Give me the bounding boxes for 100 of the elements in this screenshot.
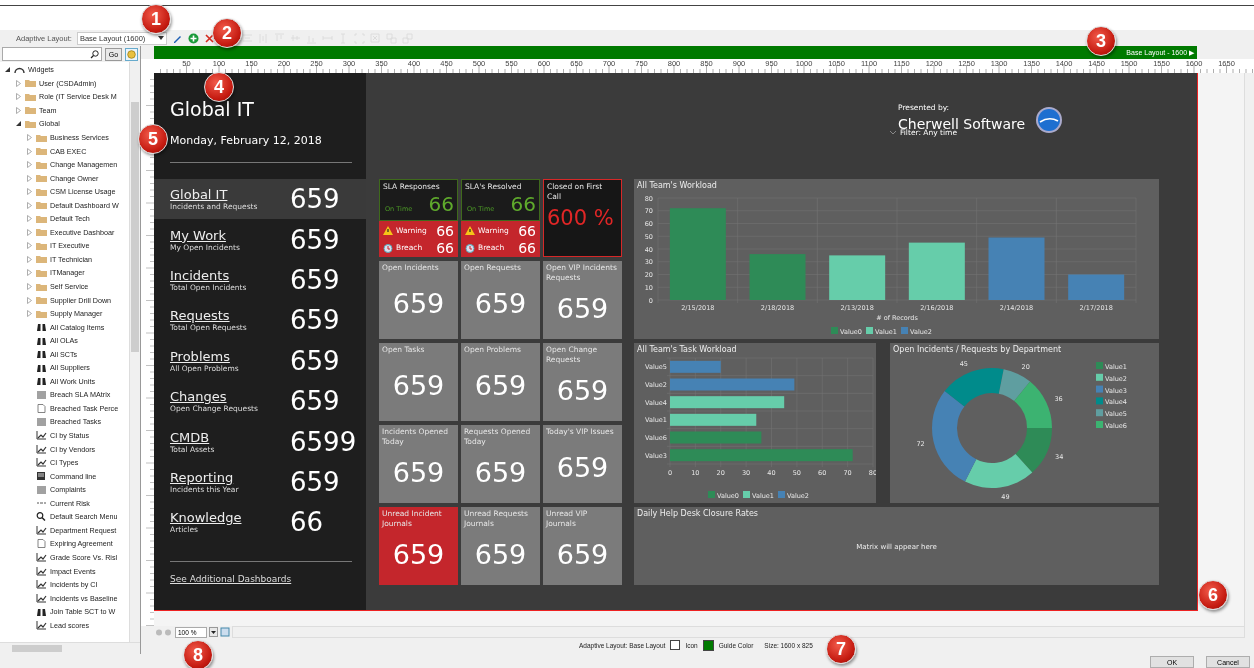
nav-title[interactable]: Problems	[170, 348, 290, 364]
alarm-clock-icon	[465, 242, 475, 253]
nav-title[interactable]: Incidents	[170, 267, 290, 283]
chart-icon	[36, 580, 47, 590]
list-icon	[36, 485, 47, 494]
caret-icon[interactable]	[890, 130, 896, 135]
logo-icon	[1035, 106, 1064, 134]
tile-count: 659	[391, 455, 446, 490]
warning-icon	[383, 226, 393, 235]
tile-count: 659	[391, 537, 446, 572]
percent-value: 600 %	[546, 205, 615, 230]
list-icon	[36, 390, 47, 399]
legend-swatch	[1096, 385, 1103, 393]
zoom-dropdown-button[interactable]	[209, 627, 218, 637]
bar	[988, 237, 1045, 300]
chart-icon	[36, 620, 47, 630]
warning-icon	[465, 226, 475, 235]
folder-icon	[36, 241, 47, 250]
nav-title[interactable]: My Work	[170, 227, 290, 243]
document-icon	[36, 539, 47, 549]
on-time-count: 66	[428, 192, 454, 216]
chart-icon	[36, 525, 47, 535]
nav-count: 659	[290, 345, 340, 376]
globe-icon	[127, 49, 136, 59]
folder-icon	[36, 228, 47, 237]
horizontal-scrollbar[interactable]	[0, 642, 140, 654]
chart-title: Open Incidents / Requests by Department	[892, 344, 1063, 356]
chart-icon	[36, 593, 47, 603]
horizontal-scrollbar[interactable]	[232, 626, 1245, 638]
folder-icon	[25, 106, 36, 115]
nav-count: 66	[290, 507, 324, 538]
nav-count: 6599	[290, 426, 357, 457]
on-time-count: 66	[510, 192, 536, 216]
nav-count: 659	[290, 224, 340, 255]
folder-icon	[25, 79, 36, 88]
tile-count: 659	[473, 286, 528, 321]
options-button[interactable]	[125, 47, 138, 61]
list-icon	[36, 418, 47, 426]
bar	[829, 255, 886, 300]
icon-checkbox[interactable]	[670, 640, 681, 650]
alarm-clock-icon	[383, 242, 393, 253]
chart-title: All Team's Task Workload	[636, 344, 738, 356]
chart-icon	[36, 431, 47, 441]
tile-count: 659	[555, 373, 610, 408]
nav-count: 659	[290, 184, 340, 215]
folder-icon	[36, 133, 47, 142]
document-icon	[36, 403, 47, 413]
tile-count: 659	[473, 537, 528, 572]
bar	[749, 254, 806, 300]
bar	[1068, 274, 1125, 300]
folder-icon	[36, 296, 47, 305]
nav-title[interactable]: Reporting	[170, 469, 290, 485]
chart-title: All Team's Workload	[636, 180, 718, 192]
chart-icon	[36, 552, 47, 562]
cross-icon[interactable]	[203, 32, 215, 44]
expander-icon[interactable]	[15, 120, 22, 128]
plus-icon[interactable]	[187, 32, 199, 44]
additional-dashboards-link[interactable]: See Additional Dashboards	[170, 573, 292, 584]
folder-icon	[36, 160, 47, 169]
nav-title[interactable]: Changes	[170, 389, 290, 405]
nav-title[interactable]: Knowledge	[170, 510, 290, 526]
chart-icon	[36, 444, 47, 454]
chart-icon	[36, 566, 47, 576]
folder-icon	[25, 119, 36, 128]
legend-swatch	[1096, 362, 1103, 369]
bar	[670, 360, 721, 373]
expander-icon[interactable]	[4, 66, 11, 74]
folder-icon	[36, 174, 47, 183]
binoculars-icon	[36, 607, 47, 616]
legend-swatch	[708, 491, 715, 498]
tile-count: 659	[473, 368, 528, 403]
legend-swatch	[1096, 409, 1103, 417]
folder-icon	[36, 187, 47, 196]
chart-title: Daily Help Desk Closure Rates	[636, 508, 760, 520]
vertical-scrollbar[interactable]	[129, 62, 140, 642]
folder-icon	[36, 309, 47, 318]
zoom-icon[interactable]	[155, 627, 173, 637]
legend-swatch	[1096, 421, 1103, 428]
binoculars-icon	[36, 363, 47, 372]
search-icon	[36, 512, 47, 522]
tile-count: 659	[391, 286, 446, 321]
search-field[interactable]	[2, 47, 102, 61]
legend-swatch	[1096, 373, 1103, 381]
nav-title[interactable]: CMDB	[170, 429, 290, 445]
nav-title[interactable]: Requests	[170, 308, 290, 324]
tile-count: 659	[555, 291, 610, 326]
tile-count: 659	[555, 537, 610, 572]
nav-title[interactable]: Global IT	[170, 187, 290, 203]
nav-count: 659	[290, 305, 340, 336]
folder-icon	[36, 282, 47, 291]
legend-swatch	[1096, 397, 1103, 405]
breach-count: 66	[436, 239, 454, 256]
nav-count: 659	[290, 466, 340, 497]
nav-count: 659	[290, 386, 340, 417]
caret-icon	[211, 630, 216, 634]
folder-icon	[36, 214, 47, 223]
guide-color-swatch[interactable]	[702, 639, 714, 651]
tile-count: 659	[391, 368, 446, 403]
binoculars-icon	[36, 336, 47, 345]
legend-swatch	[831, 327, 838, 334]
